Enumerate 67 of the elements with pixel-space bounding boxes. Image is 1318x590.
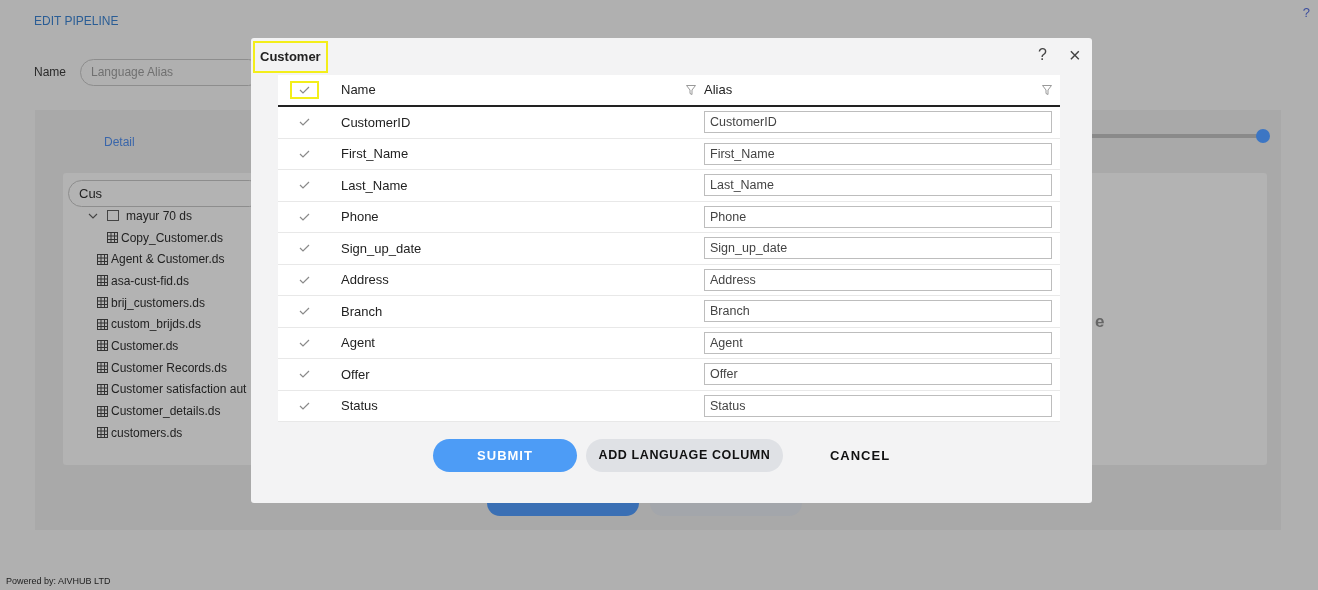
tree-label: mayur 70 ds	[126, 207, 193, 225]
tree-label: Customer Records.ds	[111, 359, 228, 377]
tree-item[interactable]: Agent & Customer.ds	[68, 248, 225, 271]
cancel-button[interactable]: CANCEL	[792, 439, 928, 472]
filter-icon	[686, 85, 696, 95]
folder-icon	[107, 210, 119, 222]
table-icon	[97, 340, 108, 352]
tree-item[interactable]: Customer satisfaction aut	[68, 378, 247, 401]
slider-thumb[interactable]	[1256, 129, 1270, 143]
alias-field[interactable]: CustomerID	[704, 111, 1052, 134]
tree-item[interactable]: brij_customers.ds	[68, 291, 206, 314]
tree-item[interactable]: Customer_details.ds	[68, 400, 221, 422]
field-label: Name	[34, 64, 66, 81]
tree-label: brij_customers.ds	[111, 294, 206, 312]
alias-field[interactable]: Status	[704, 394, 1052, 417]
tree-label: asa-cust-fid.ds	[111, 272, 190, 290]
table-cell-text: CustomerID	[341, 113, 411, 132]
tree-item[interactable]: Customer Records.ds	[68, 356, 228, 379]
tree-label: custom_brijds.ds	[111, 316, 202, 334]
tree-label: Customer satisfaction aut	[111, 381, 247, 399]
tree-item[interactable]: custom_brijds.ds	[68, 313, 202, 336]
table-icon	[107, 232, 118, 244]
dialog-title: Customer	[253, 41, 328, 73]
table-cell-text: Offer	[341, 365, 370, 384]
table-icon	[97, 318, 108, 330]
alias-field[interactable]: Agent	[704, 331, 1052, 354]
table-icon	[97, 362, 108, 374]
tree-label: Agent & Customer.ds	[111, 251, 225, 269]
help-icon[interactable]: ?	[1302, 3, 1310, 23]
table-cell-text: Address	[341, 271, 389, 289]
table-cell-text: Sign_up_date	[341, 239, 422, 258]
table-cell-text: First_Name	[341, 145, 409, 163]
tree-label: Customer_details.ds	[111, 403, 221, 421]
alias-field[interactable]: Sign_up_date	[704, 237, 1052, 260]
tree-item[interactable]: Customer.ds	[68, 335, 179, 357]
add-column-button[interactable]: ADD LANGUAGE COLUMN	[586, 439, 783, 472]
footer-text: Powered by: AIVHUB LTD	[6, 575, 111, 588]
table-cell-text: Agent	[341, 334, 375, 352]
table-cell-text: Status	[341, 397, 378, 415]
tree-label: Copy_Customer.ds	[121, 229, 224, 247]
filter-icon	[1042, 85, 1052, 95]
checkbox[interactable]	[289, 81, 319, 99]
column-header: Alias	[704, 81, 733, 100]
tree-item[interactable]: mayur 70 ds	[68, 205, 193, 227]
heading-text: e	[1095, 311, 1105, 333]
alias-field[interactable]: Branch	[704, 300, 1052, 323]
tree-item[interactable]: customers.ds	[68, 421, 183, 444]
alias-field[interactable]: Phone	[704, 205, 1052, 228]
table-cell-text: Last_Name	[341, 176, 408, 195]
alias-field[interactable]: First_Name	[704, 142, 1052, 165]
table-cell-text: Branch	[341, 302, 383, 321]
column-header: Name	[341, 81, 376, 100]
table-cell-text: Phone	[341, 208, 379, 226]
tree-item[interactable]: Copy_Customer.ds	[68, 226, 224, 249]
alias-field[interactable]: Last_Name	[704, 174, 1052, 197]
alias-field[interactable]: Offer	[704, 363, 1052, 386]
page-title: EDIT PIPELINE	[34, 13, 119, 30]
table-icon	[97, 383, 108, 395]
table-icon	[97, 297, 108, 309]
table-icon	[97, 253, 108, 265]
alias-field[interactable]: Address	[704, 268, 1052, 291]
tree-item[interactable]: asa-cust-fid.ds	[68, 270, 190, 292]
tree-label: Customer.ds	[111, 337, 179, 355]
tree-label: customers.ds	[111, 424, 183, 442]
table-icon	[97, 275, 108, 287]
table-icon	[97, 405, 108, 417]
table-icon	[97, 427, 108, 439]
